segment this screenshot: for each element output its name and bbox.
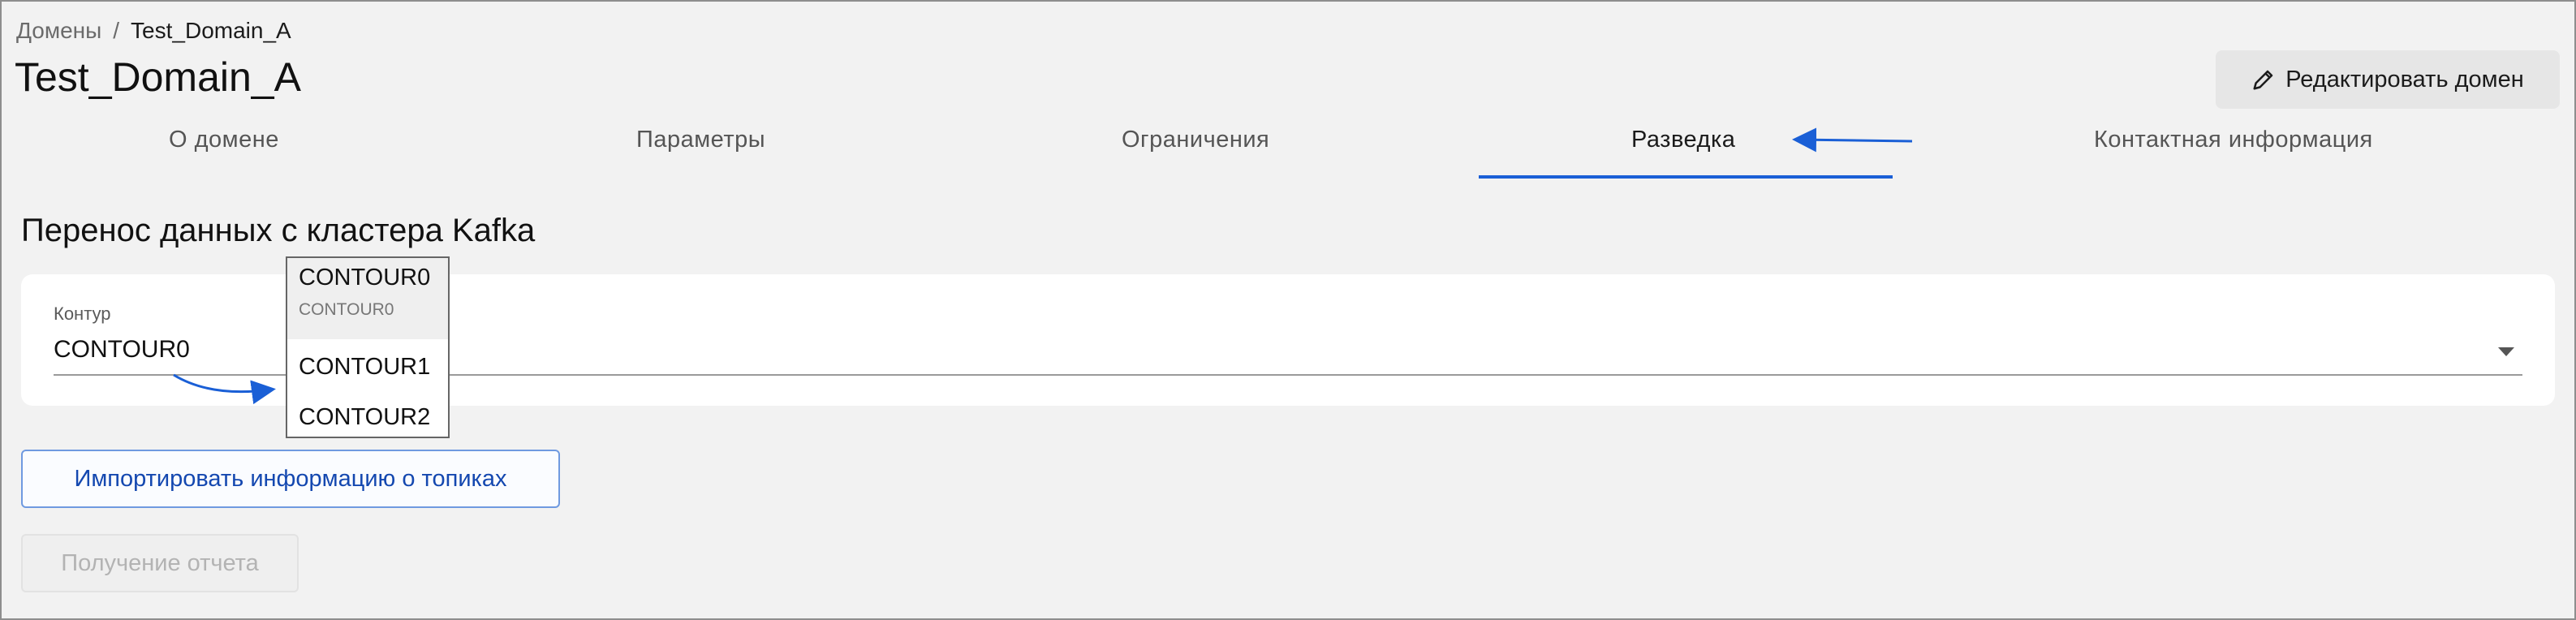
tab-exploration[interactable]: Разведка xyxy=(1631,127,1735,153)
breadcrumb-link-domains[interactable]: Домены xyxy=(16,18,101,44)
tab-about[interactable]: О домене xyxy=(169,127,279,153)
breadcrumb-current: Test_Domain_A xyxy=(131,18,291,43)
import-topics-button[interactable]: Импортировать информацию о топиках xyxy=(21,450,560,508)
active-tab-indicator xyxy=(1479,175,1893,179)
dropdown-option-sublabel: CONTOUR0 xyxy=(299,300,394,319)
tab-contact-info[interactable]: Контактная информация xyxy=(2094,127,2373,153)
get-report-button[interactable]: Получение отчета xyxy=(21,534,299,592)
edit-domain-label: Редактировать домен xyxy=(2285,66,2524,93)
chevron-down-icon[interactable] xyxy=(2498,347,2514,356)
dropdown-option-label: CONTOUR1 xyxy=(299,354,431,380)
tab-limits[interactable]: Ограничения xyxy=(1122,127,1269,153)
contour-dropdown-menu: CONTOUR0 CONTOUR0 CONTOUR1 CONTOUR2 xyxy=(286,256,450,438)
contour-select[interactable]: CONTOUR0 xyxy=(54,336,190,364)
dropdown-option-contour2[interactable]: CONTOUR2 xyxy=(287,396,448,438)
dropdown-option-label: CONTOUR0 xyxy=(299,265,431,291)
section-title: Перенос данных с кластера Kafka xyxy=(21,213,536,248)
breadcrumb: Домены / Test_Domain_A xyxy=(16,18,291,44)
dropdown-option-contour1[interactable]: CONTOUR1 xyxy=(287,346,448,388)
edit-domain-button[interactable]: Редактировать домен xyxy=(2216,50,2560,109)
breadcrumb-separator: / xyxy=(113,18,120,43)
page-title: Test_Domain_A xyxy=(15,54,301,100)
contour-field-label: Контур xyxy=(54,304,111,324)
tab-parameters[interactable]: Параметры xyxy=(636,127,765,153)
dropdown-option-label: CONTOUR2 xyxy=(299,404,431,430)
pencil-icon xyxy=(2253,70,2273,90)
dropdown-option-contour0[interactable]: CONTOUR0 CONTOUR0 xyxy=(287,258,448,339)
